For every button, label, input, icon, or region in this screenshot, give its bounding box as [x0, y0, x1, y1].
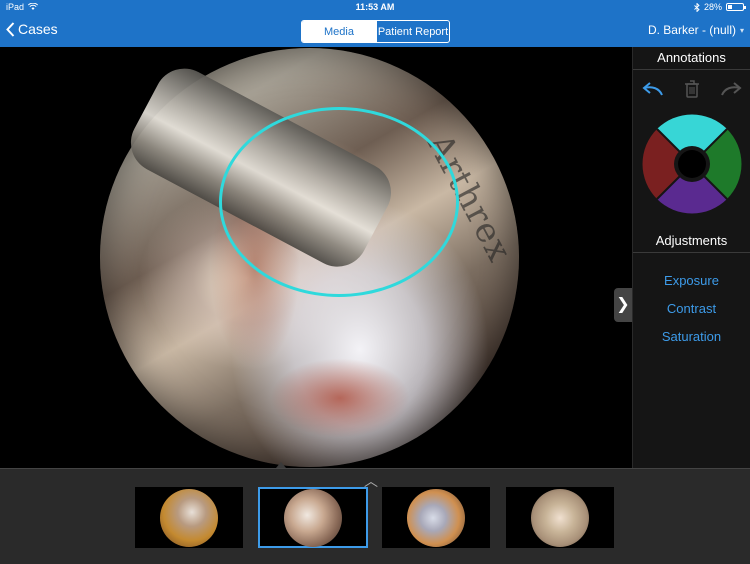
chevron-down-icon: ▾ [739, 25, 744, 35]
thumbnail-2[interactable] [258, 487, 368, 548]
saturation-button[interactable]: Saturation [633, 323, 750, 351]
thumbnail-strip: ︿ [0, 468, 750, 564]
annotations-header: Annotations [633, 47, 750, 70]
exposure-button[interactable]: Exposure [633, 267, 750, 295]
annotation-ellipse[interactable] [219, 107, 459, 297]
user-label: D. Barker - (null) [647, 23, 736, 37]
tissue-region-red [270, 358, 410, 438]
segment-media[interactable]: Media [302, 21, 376, 42]
status-right: 28% [694, 2, 746, 12]
chevron-left-icon [6, 21, 15, 37]
thumbnail-4[interactable] [506, 487, 614, 548]
view-segmented-control: Media Patient Report [301, 20, 450, 43]
color-wheel [642, 114, 741, 214]
status-time: 11:53 AM [355, 2, 395, 12]
redo-button[interactable] [718, 78, 744, 100]
panel-toggle-handle[interactable]: ❯ [614, 288, 632, 322]
segment-patient-report[interactable]: Patient Report [376, 21, 449, 42]
contrast-button[interactable]: Contrast [633, 295, 750, 323]
thumbnail-1[interactable] [135, 487, 243, 548]
color-picker [642, 114, 742, 214]
back-button-label: Cases [18, 21, 58, 37]
selected-color-indicator [677, 150, 706, 178]
annotation-tools [633, 72, 750, 106]
delete-button[interactable] [679, 78, 705, 100]
user-menu[interactable]: D. Barker - (null) ▾ [648, 23, 744, 37]
battery-icon [726, 3, 746, 11]
thumbnail-image [407, 488, 465, 547]
status-bar: iPad 11:53 AM 28% [0, 0, 750, 15]
trash-icon [684, 80, 699, 98]
thumbnail-3[interactable] [382, 487, 490, 548]
thumbnail-image [531, 488, 589, 547]
adjustments-header: Adjustments [633, 230, 750, 253]
undo-button[interactable] [640, 78, 666, 100]
battery-percent: 28% [703, 2, 722, 12]
side-panel: Annotations Adjustments Exposure Contras… [632, 47, 750, 468]
adjustments-list: Exposure Contrast Saturation [633, 267, 750, 351]
thumbnail-image [284, 488, 342, 547]
bluetooth-icon [694, 2, 700, 12]
back-button[interactable]: Cases [6, 21, 58, 37]
image-viewer[interactable]: Arthrex ❯ [0, 47, 632, 468]
thumbnail-image [160, 488, 218, 547]
navigation-bar: Cases Media Patient Report D. Barker - (… [0, 15, 750, 47]
undo-icon [641, 82, 663, 96]
redo-icon [720, 82, 742, 96]
